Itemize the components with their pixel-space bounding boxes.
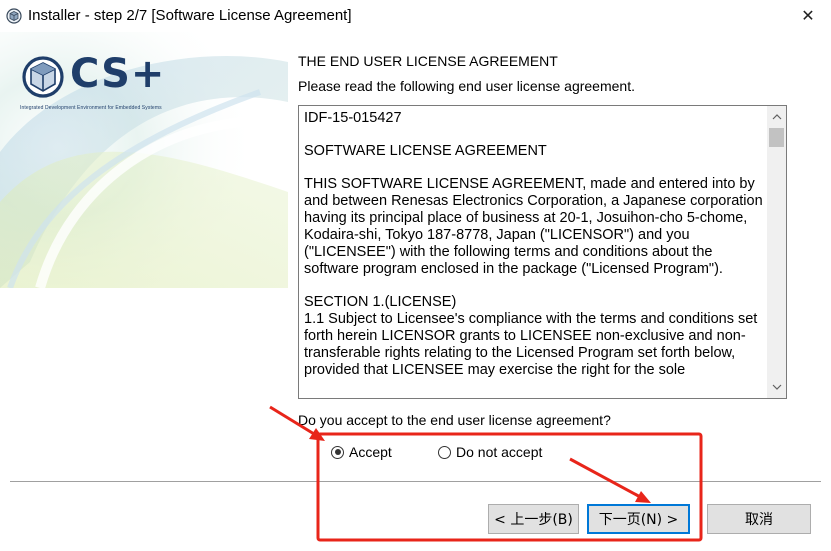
scroll-thumb[interactable] bbox=[769, 128, 784, 147]
page-heading: THE END USER LICENSE AGREEMENT bbox=[298, 53, 558, 69]
decline-radio-label: Do not accept bbox=[456, 444, 543, 460]
window-title: Installer - step 2/7 [Software License A… bbox=[28, 7, 352, 24]
installer-icon bbox=[6, 8, 22, 24]
logo-tagline: Integrated Development Environment for E… bbox=[20, 105, 162, 111]
license-paragraph: SOFTWARE LICENSE AGREEMENT bbox=[304, 143, 547, 159]
logo-wordmark: CS+ bbox=[70, 51, 166, 97]
back-button[interactable]: < 上一步(B) bbox=[488, 504, 579, 534]
chevron-down-icon bbox=[772, 384, 781, 390]
license-content: IDF-15-015427 SOFTWARE LICENSE AGREEMENT… bbox=[304, 110, 766, 379]
cs-plus-logo: CS+ bbox=[20, 51, 164, 105]
scroll-down-button[interactable] bbox=[767, 376, 786, 398]
decline-radio-indicator[interactable] bbox=[438, 445, 451, 459]
license-paragraph: THIS SOFTWARE LICENSE AGREEMENT, made an… bbox=[304, 176, 763, 277]
page-subheading: Please read the following end user licen… bbox=[298, 78, 635, 94]
decline-radio[interactable]: Do not accept bbox=[438, 444, 542, 460]
license-paragraph: 1.1 Subject to Licensee's compliance wit… bbox=[304, 311, 758, 378]
footer-divider bbox=[10, 481, 821, 482]
accept-radio[interactable]: Accept bbox=[331, 444, 392, 460]
license-scrollbar[interactable] bbox=[767, 106, 786, 398]
next-button[interactable]: 下一页(N) > bbox=[587, 504, 690, 534]
license-paragraph: IDF-15-015427 bbox=[304, 110, 402, 126]
accept-question: Do you accept to the end user license ag… bbox=[298, 412, 611, 428]
title-bar: Installer - step 2/7 [Software License A… bbox=[0, 0, 831, 32]
license-text-box[interactable]: IDF-15-015427 SOFTWARE LICENSE AGREEMENT… bbox=[298, 105, 787, 399]
chevron-up-icon bbox=[772, 114, 781, 120]
accept-radio-label: Accept bbox=[349, 444, 392, 460]
close-icon: ✕ bbox=[801, 8, 815, 25]
scroll-up-button[interactable] bbox=[767, 106, 786, 128]
cancel-button[interactable]: 取消 bbox=[707, 504, 811, 534]
close-button[interactable]: ✕ bbox=[785, 0, 831, 32]
license-paragraph: SECTION 1.(LICENSE) bbox=[304, 294, 457, 310]
accept-radio-indicator[interactable] bbox=[331, 445, 344, 459]
